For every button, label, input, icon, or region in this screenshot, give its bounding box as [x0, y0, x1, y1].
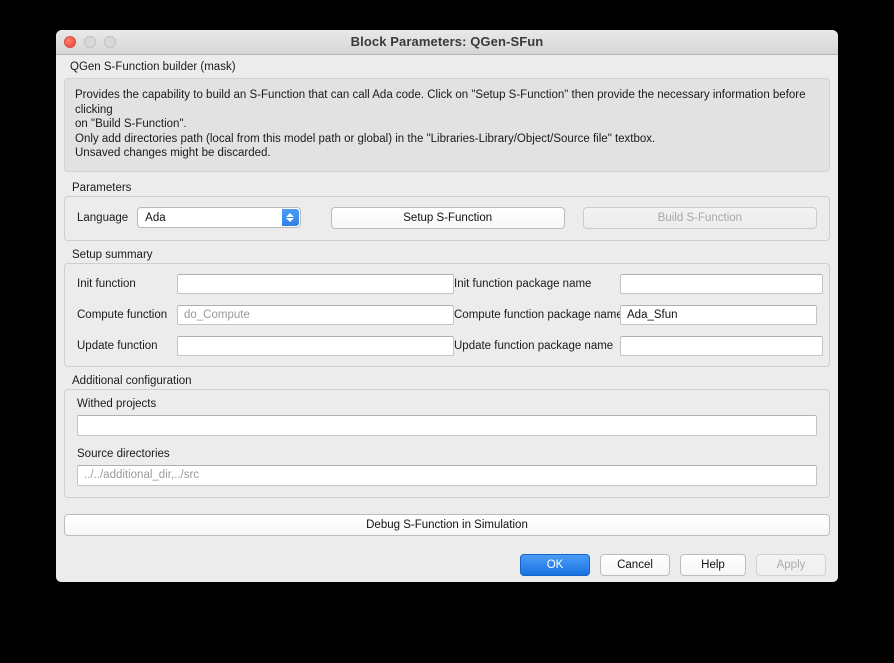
- dialog-footer: OK Cancel Help Apply: [56, 536, 838, 583]
- dialog-window: Block Parameters: QGen-SFun QGen S-Funct…: [56, 30, 838, 582]
- withed-projects-input[interactable]: [77, 414, 817, 436]
- withed-projects-label: Withed projects: [77, 397, 157, 410]
- title-bar: Block Parameters: QGen-SFun: [56, 30, 838, 55]
- parameters-group-label: Parameters: [72, 181, 132, 194]
- update-function-cell: Update function: [77, 335, 454, 356]
- update-function-label: Update function: [77, 339, 158, 352]
- description-line-1: Provides the capability to build an S-Fu…: [75, 89, 809, 116]
- init-function-package-label: Init function package name: [454, 277, 592, 290]
- parameters-group-body: Language Ada Setup S-Function Build S-Fu…: [64, 195, 830, 241]
- setup-summary-grid: Init function Init function package name…: [65, 264, 829, 366]
- ok-button[interactable]: OK: [520, 553, 590, 576]
- compute-function-package-cell: Compute function package name Ada_Sfun: [454, 304, 817, 325]
- parameters-group: Parameters Language Ada Setup S-Function…: [64, 182, 830, 241]
- setup-summary-row: Compute function do_Compute Compute func…: [77, 304, 817, 325]
- init-function-package-cell: Init function package name: [454, 273, 823, 294]
- compute-function-cell: Compute function do_Compute: [77, 304, 454, 325]
- init-function-package-input[interactable]: [620, 273, 823, 294]
- debug-section: Debug S-Function in Simulation: [64, 506, 830, 536]
- setup-s-function-button[interactable]: Setup S-Function: [330, 206, 565, 229]
- description-line-3: Only add directories path (local from th…: [75, 132, 656, 145]
- setup-summary-group-label: Setup summary: [72, 248, 153, 261]
- update-function-package-label: Update function package name: [454, 339, 614, 352]
- dialog-content: QGen S-Function builder (mask) Provides …: [56, 55, 838, 536]
- help-button[interactable]: Help: [680, 553, 746, 576]
- mask-title: QGen S-Function builder (mask): [70, 61, 236, 73]
- setup-summary-row: Update function Update function package …: [77, 335, 823, 356]
- compute-function-package-label: Compute function package name: [454, 308, 623, 321]
- chevron-down-icon: [286, 218, 295, 222]
- additional-configuration-body: Withed projects Source directories ../..…: [65, 390, 829, 497]
- chevron-up-icon: [286, 213, 295, 217]
- compute-function-input[interactable]: do_Compute: [177, 304, 454, 325]
- parameters-row: Language Ada Setup S-Function Build S-Fu…: [65, 197, 829, 240]
- apply-button[interactable]: Apply: [756, 553, 826, 576]
- language-value: Ada: [145, 211, 166, 224]
- setup-summary-row: Init function Init function package name: [77, 273, 823, 294]
- source-directories-label: Source directories: [77, 447, 170, 460]
- setup-summary-group-body: Init function Init function package name…: [64, 262, 830, 367]
- init-function-cell: Init function: [77, 273, 454, 294]
- language-label: Language: [77, 211, 129, 224]
- additional-configuration-group: Additional configuration Withed projects…: [64, 375, 830, 498]
- setup-summary-group: Setup summary Init function Init functio…: [64, 249, 830, 367]
- source-directories-input[interactable]: ../../additional_dir,../src: [77, 464, 817, 486]
- update-function-package-input[interactable]: [620, 335, 823, 356]
- compute-function-label: Compute function: [77, 308, 168, 321]
- language-dropdown[interactable]: Ada: [137, 207, 301, 228]
- compute-function-package-input[interactable]: Ada_Sfun: [620, 304, 817, 325]
- description-line-4: Unsaved changes might be discarded.: [75, 147, 271, 159]
- window-title: Block Parameters: QGen-SFun: [350, 34, 544, 49]
- update-function-input[interactable]: [177, 335, 454, 356]
- init-function-label: Init function: [77, 277, 136, 290]
- mask-description: Provides the capability to build an S-Fu…: [64, 78, 830, 172]
- build-s-function-button[interactable]: Build S-Function: [582, 206, 817, 229]
- description-line-2: on "Build S-Function".: [75, 118, 187, 130]
- additional-configuration-group-body: Withed projects Source directories ../..…: [64, 388, 830, 498]
- init-function-input[interactable]: [177, 273, 454, 294]
- update-function-package-cell: Update function package name: [454, 335, 823, 356]
- cancel-button[interactable]: Cancel: [600, 553, 670, 576]
- additional-configuration-group-label: Additional configuration: [72, 374, 192, 387]
- chevron-updown-icon[interactable]: [281, 209, 299, 226]
- debug-s-function-button[interactable]: Debug S-Function in Simulation: [64, 513, 830, 536]
